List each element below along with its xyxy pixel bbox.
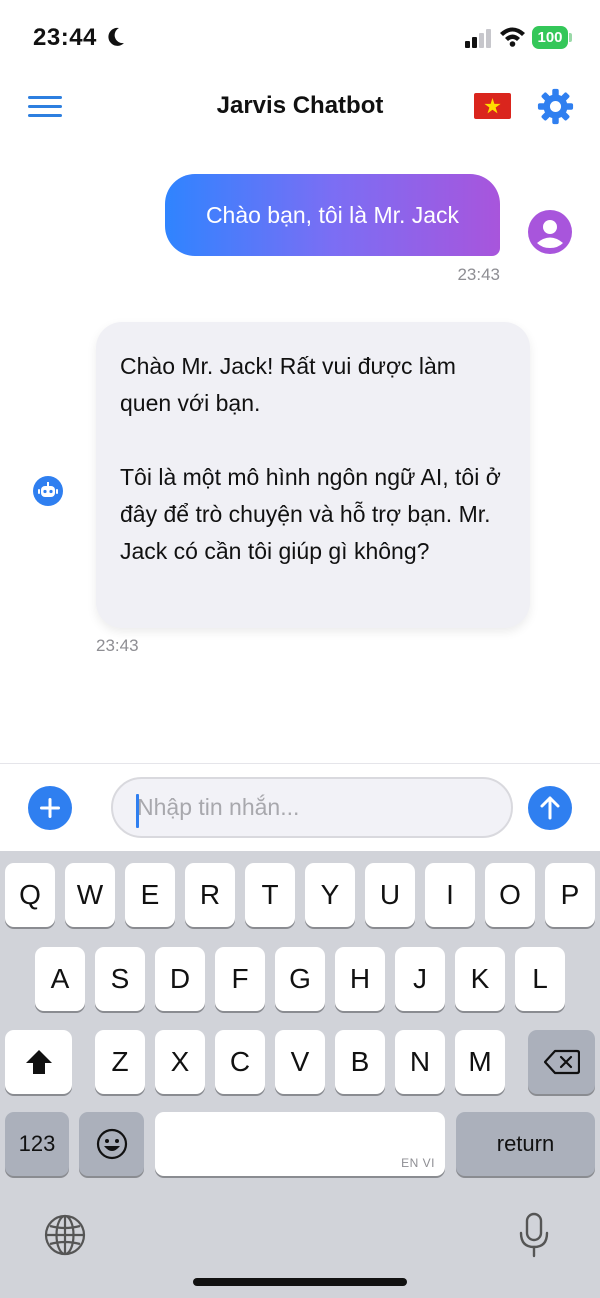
user-message-bubble: Chào bạn, tôi là Mr. Jack: [165, 174, 500, 256]
wifi-icon: [500, 27, 525, 47]
key-d[interactable]: D: [155, 947, 205, 1011]
message-input-bar: [0, 763, 600, 851]
key-y[interactable]: Y: [305, 863, 355, 927]
key-h[interactable]: H: [335, 947, 385, 1011]
key-k[interactable]: K: [455, 947, 505, 1011]
app-header: Jarvis Chatbot: [0, 76, 600, 138]
key-j[interactable]: J: [395, 947, 445, 1011]
microphone-icon[interactable]: [518, 1212, 550, 1258]
key-g[interactable]: G: [275, 947, 325, 1011]
shift-key[interactable]: [5, 1030, 72, 1094]
numbers-key[interactable]: 123: [5, 1112, 69, 1176]
key-f[interactable]: F: [215, 947, 265, 1011]
user-avatar-icon: [528, 210, 572, 254]
key-z[interactable]: Z: [95, 1030, 145, 1094]
space-language-hint: EN VI: [401, 1156, 435, 1170]
battery-level: 100: [532, 26, 568, 49]
bot-message-bubble: Chào Mr. Jack! Rất vui được làm quen với…: [96, 322, 530, 628]
key-x[interactable]: X: [155, 1030, 205, 1094]
key-p[interactable]: P: [545, 863, 595, 927]
key-b[interactable]: B: [335, 1030, 385, 1094]
key-m[interactable]: M: [455, 1030, 505, 1094]
status-bar: 23:44 100: [0, 0, 600, 76]
key-s[interactable]: S: [95, 947, 145, 1011]
gear-icon[interactable]: [537, 88, 574, 125]
key-e[interactable]: E: [125, 863, 175, 927]
space-key[interactable]: EN VI: [155, 1112, 445, 1176]
status-time: 23:44: [33, 24, 97, 51]
bot-message-time: 23:43: [96, 636, 139, 655]
battery-indicator: 100: [532, 26, 572, 49]
return-key[interactable]: return: [456, 1112, 595, 1176]
send-icon[interactable]: [528, 786, 572, 830]
emoji-icon: [96, 1128, 127, 1160]
key-o[interactable]: O: [485, 863, 535, 927]
moon-icon: [108, 27, 124, 46]
key-c[interactable]: C: [215, 1030, 265, 1094]
bot-icon: [33, 476, 63, 506]
key-l[interactable]: L: [515, 947, 565, 1011]
vietnam-flag-icon[interactable]: [474, 93, 511, 119]
key-t[interactable]: T: [245, 863, 295, 927]
plus-icon[interactable]: [28, 786, 72, 830]
key-w[interactable]: W: [65, 863, 115, 927]
text-cursor: [136, 794, 139, 828]
emoji-key[interactable]: [79, 1112, 144, 1176]
key-q[interactable]: Q: [5, 863, 55, 927]
message-input[interactable]: [111, 777, 513, 838]
shift-icon: [25, 1050, 52, 1074]
user-message-time: 23:43: [457, 265, 500, 284]
key-i[interactable]: I: [425, 863, 475, 927]
on-screen-keyboard: Q W E R T Y U I O P A S D F G H J K L Z …: [0, 851, 600, 1298]
backspace-key[interactable]: [528, 1030, 595, 1094]
globe-icon[interactable]: [44, 1214, 86, 1256]
key-r[interactable]: R: [185, 863, 235, 927]
home-indicator: [193, 1278, 407, 1286]
key-n[interactable]: N: [395, 1030, 445, 1094]
key-u[interactable]: U: [365, 863, 415, 927]
signal-icon: [465, 29, 491, 48]
backspace-icon: [543, 1049, 580, 1075]
key-v[interactable]: V: [275, 1030, 325, 1094]
key-a[interactable]: A: [35, 947, 85, 1011]
